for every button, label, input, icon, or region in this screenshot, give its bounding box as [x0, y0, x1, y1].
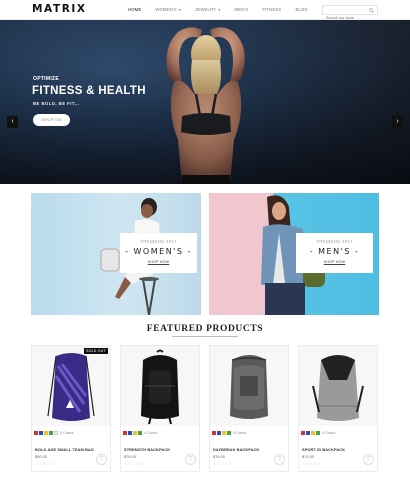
sold-out-badge: SOLD OUT	[84, 348, 108, 354]
swatch-red[interactable]	[212, 431, 216, 435]
product-name[interactable]: STRENGTH BACKPACK	[124, 447, 170, 452]
shopping-bag-icon[interactable]: ⛉	[96, 454, 107, 465]
product-price: $79.00	[302, 454, 314, 459]
swatch-red[interactable]	[34, 431, 38, 435]
search-icon[interactable]	[369, 8, 374, 13]
sport-backpack-image	[312, 355, 364, 421]
shopping-bag-icon[interactable]: ⛉	[363, 454, 374, 465]
swatch-yellow[interactable]	[133, 431, 137, 435]
colors-count: 4 Colors	[233, 431, 247, 435]
rating-stars: ☆☆☆☆☆	[213, 461, 233, 466]
swatch-red[interactable]	[123, 431, 127, 435]
product-image[interactable]: SOLD OUT	[32, 346, 110, 426]
banner-kicker: TRENDING 2017	[316, 239, 353, 244]
nav-label: HOME	[128, 7, 142, 12]
hero-title: FITNESS & HEALTH	[32, 85, 146, 97]
swatch-yellow[interactable]	[311, 431, 315, 435]
colors-count: 5 Colors	[60, 431, 74, 435]
site-header: MATRIX HOME WOMEN'S ▾ JEWELRY ▾ MEN'S FITN…	[0, 0, 410, 22]
drawstring-bag-image	[47, 353, 95, 421]
product-name[interactable]: BOLD AGE SMALL TEAM BAG	[35, 447, 94, 452]
hero-shop-button[interactable]: SHOP ON	[33, 114, 70, 126]
swatch-green[interactable]	[138, 431, 142, 435]
nav-item-mens[interactable]: MEN'S	[234, 7, 248, 12]
nav-item-fitness[interactable]: FITNESS	[262, 7, 281, 12]
shopping-bag-icon[interactable]: ⛉	[185, 454, 196, 465]
nav-item-womens[interactable]: WOMEN'S ▾	[155, 7, 181, 12]
womens-banner[interactable]: TRENDING 2017 - WOMEN'S - SHOP NOW	[31, 193, 201, 315]
product-card[interactable]: 4 Colors SPORT ID BACKPACK $79.00 ☆☆☆☆☆ …	[298, 345, 378, 472]
featured-products-title: FEATURED PRODUCTS	[146, 324, 264, 334]
product-price: $76.00	[213, 454, 225, 459]
section-underline	[172, 336, 238, 337]
color-swatches: 4 Colors	[212, 431, 246, 435]
rating-stars: ☆☆☆☆☆	[124, 461, 144, 466]
mens-banner[interactable]: TRENDING 2017 - MEN'S - SHOP NOW	[209, 193, 379, 315]
swatch-blue[interactable]	[306, 431, 310, 435]
black-backpack-image	[141, 349, 179, 425]
product-image[interactable]	[121, 346, 199, 426]
hero-subtitle: BE BOLD, BE FIT...	[33, 101, 80, 106]
gray-backpack-image	[230, 355, 268, 419]
product-card[interactable]: 4 Colors STRENGTH BACKPACK $78.00 ☆☆☆☆☆ …	[120, 345, 200, 472]
swatch-yellow[interactable]	[222, 431, 226, 435]
product-price: $90.00	[35, 454, 47, 459]
caret-down-icon: ▾	[178, 7, 182, 12]
main-nav: HOME WOMEN'S ▾ JEWELRY ▾ MEN'S FITNESS BLO…	[128, 7, 322, 12]
caret-down-icon: ▾	[218, 7, 221, 12]
swatch-blue[interactable]	[217, 431, 221, 435]
color-swatches: 5 Colors	[34, 431, 73, 435]
product-image[interactable]	[210, 346, 288, 426]
swatch-blue[interactable]	[39, 431, 43, 435]
mens-banner-card: TRENDING 2017 - MEN'S - SHOP NOW	[296, 233, 373, 273]
swatch-yellow[interactable]	[44, 431, 48, 435]
product-name[interactable]: SPORT ID BACKPACK	[302, 447, 345, 452]
product-name[interactable]: DAYBREAK BACKPACK	[213, 447, 259, 452]
product-image[interactable]	[299, 346, 377, 426]
nav-label: MEN'S	[234, 7, 249, 12]
nav-item-jewelry[interactable]: JEWELRY ▾	[195, 7, 220, 12]
swatch-green[interactable]	[49, 431, 53, 435]
slider-next-icon[interactable]: ›	[392, 116, 403, 128]
swatch-green[interactable]	[227, 431, 231, 435]
nav-label: JEWELRY	[195, 7, 217, 12]
swatch-blue[interactable]	[128, 431, 132, 435]
womens-banner-card: TRENDING 2017 - WOMEN'S - SHOP NOW	[120, 233, 197, 273]
colors-count: 4 Colors	[322, 431, 336, 435]
swatch-red[interactable]	[301, 431, 305, 435]
nav-label: BLOG	[295, 7, 308, 12]
search-box	[322, 5, 378, 22]
swatch-green[interactable]	[316, 431, 320, 435]
hero-slider: OPTIMIZE FITNESS & HEALTH BE BOLD, BE FI…	[0, 20, 410, 184]
womens-shop-now-link[interactable]: SHOP NOW	[120, 260, 197, 264]
product-price: $78.00	[124, 454, 136, 459]
slider-prev-icon[interactable]: ‹	[7, 116, 18, 128]
banner-title: - WOMEN'S -	[125, 247, 192, 256]
banner-kicker: TRENDING 2017	[140, 239, 177, 244]
colors-count: 4 Colors	[144, 431, 158, 435]
product-card[interactable]: SOLD OUT 5 Colors BOLD AGE SMALL TEAM BA…	[31, 345, 111, 472]
nav-label: FITNESS	[262, 7, 282, 12]
hero-kicker: OPTIMIZE	[33, 76, 60, 82]
nav-label: WOMEN'S	[155, 7, 177, 12]
rating-stars: ☆☆☆☆☆	[35, 461, 55, 466]
shopping-bag-icon[interactable]: ⛉	[274, 454, 285, 465]
site-logo[interactable]: MATRIX	[32, 3, 87, 15]
nav-item-blog[interactable]: BLOG	[295, 7, 307, 12]
rating-stars: ☆☆☆☆☆	[302, 461, 322, 466]
nav-item-home[interactable]: HOME	[128, 7, 141, 12]
product-card[interactable]: 4 Colors DAYBREAK BACKPACK $76.00 ☆☆☆☆☆ …	[209, 345, 289, 472]
color-swatches: 4 Colors	[123, 431, 157, 435]
banner-title: - MEN'S -	[309, 247, 360, 256]
swatch-white[interactable]	[54, 431, 58, 435]
mens-shop-now-link[interactable]: SHOP NOW	[296, 260, 373, 264]
color-swatches: 4 Colors	[301, 431, 335, 435]
